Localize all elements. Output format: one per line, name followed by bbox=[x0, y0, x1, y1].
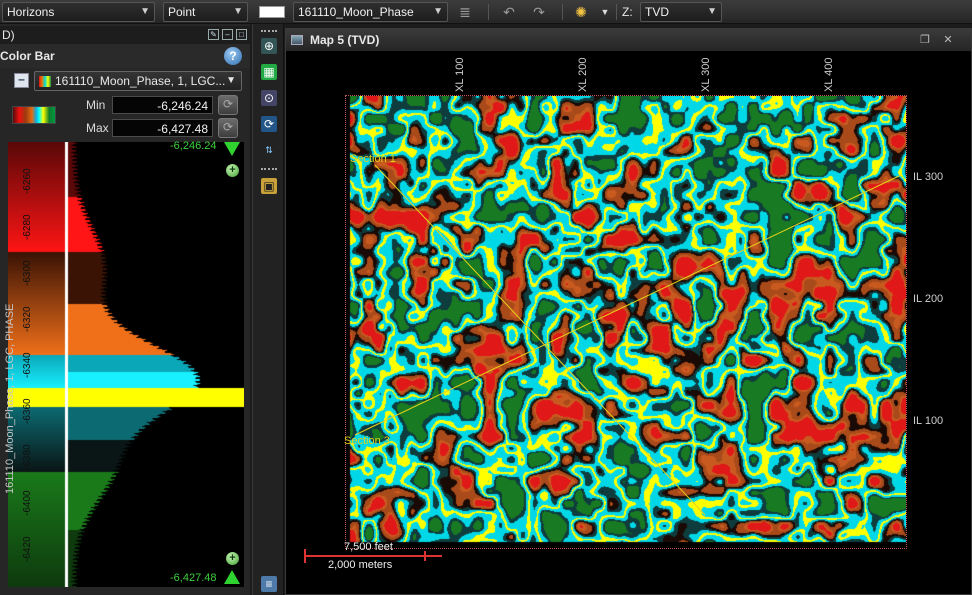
z-domain-label: Z: bbox=[622, 5, 633, 19]
zoom-in-icon[interactable]: ⊙ bbox=[261, 90, 277, 106]
expand-down-icon[interactable]: ≡ bbox=[261, 576, 277, 592]
maximize-icon[interactable]: □ bbox=[236, 29, 247, 40]
add-bottom-icon[interactable]: + bbox=[226, 552, 239, 565]
scale-bar: 7,500 feet 2,000 meters bbox=[300, 539, 450, 579]
section-lines-overlay bbox=[354, 164, 902, 516]
color-bar-side-caption: 161110_Moon_Phase, 1, LGC, PHASE bbox=[4, 303, 16, 494]
scale-tick bbox=[424, 551, 426, 561]
panel-title: Color Bar bbox=[0, 49, 55, 63]
light-options-chevron-icon[interactable]: ▼ bbox=[596, 3, 614, 21]
section-label: Section 1 bbox=[350, 153, 396, 165]
map-window-icon bbox=[291, 35, 303, 45]
color-bar-tick-label: -6340 bbox=[22, 352, 33, 378]
sun-light-icon[interactable]: ✺ bbox=[572, 3, 590, 21]
gallery-icon[interactable]: ▣ bbox=[261, 178, 277, 194]
attribute-dropdown[interactable]: 161110_Moon_Phase ▼ bbox=[293, 2, 448, 22]
color-bar-attribute-select[interactable]: 161110_Moon_Phase, 1, LGC... ▼ bbox=[34, 71, 242, 91]
top-handle-icon[interactable] bbox=[224, 142, 240, 156]
toolbar-separator bbox=[562, 4, 563, 20]
chevron-down-icon: ▼ bbox=[233, 6, 243, 17]
point-dropdown[interactable]: Point ▼ bbox=[163, 2, 248, 22]
z-domain-dropdown[interactable]: TVD ▼ bbox=[640, 2, 722, 22]
min-label: Min bbox=[86, 98, 106, 112]
xl-axis-label: XL 100 bbox=[454, 57, 466, 92]
color-bar-tick-label: -6320 bbox=[22, 306, 33, 332]
attribute-dropdown-label: 161110_Moon_Phase bbox=[298, 5, 414, 19]
color-swatch[interactable] bbox=[259, 6, 285, 18]
il-axis-label: IL 100 bbox=[913, 415, 944, 427]
scale-meters-label: 2,000 meters bbox=[328, 559, 393, 571]
chevron-down-icon: ▼ bbox=[226, 75, 236, 86]
bottom-handle-icon[interactable] bbox=[224, 570, 240, 584]
map-window: Map 5 (TVD) ❐ ✕ XL 100 XL 200 XL 300 XL … bbox=[285, 28, 972, 595]
panel-header-text: D) bbox=[2, 28, 15, 42]
color-bar-tick-label: -6420 bbox=[22, 536, 33, 562]
chevron-down-icon: ▼ bbox=[140, 6, 150, 17]
section-line[interactable] bbox=[374, 164, 706, 516]
z-domain-dropdown-label: TVD bbox=[645, 5, 669, 19]
zoom-fit-icon[interactable]: ▦ bbox=[261, 64, 277, 80]
color-bar-tick-label: -6280 bbox=[22, 214, 33, 240]
scale-feet-label: 7,500 feet bbox=[344, 541, 393, 553]
color-bar-histogram[interactable]: -6,246.24 + + -6,427.48 -6260 -6280 -6300 -… bbox=[8, 140, 244, 587]
section-line[interactable] bbox=[354, 174, 902, 436]
edit-icon[interactable]: ✎ bbox=[208, 29, 219, 40]
main-toolbar: Horizons ▼ Point ▼ 161110_Moon_Phase ▼ ≣… bbox=[0, 0, 972, 24]
il-axis-label: IL 300 bbox=[913, 171, 944, 183]
color-bar-tick-label: -6400 bbox=[22, 490, 33, 516]
max-value-field[interactable]: -6,427.48 bbox=[112, 119, 213, 137]
color-ramp-icon bbox=[39, 76, 51, 87]
toolbar-grip bbox=[261, 168, 277, 172]
color-bar-title-bar: Color Bar ? bbox=[0, 44, 250, 68]
min-value-field[interactable]: -6,246.24 bbox=[112, 96, 213, 114]
toolbar-separator bbox=[488, 4, 489, 20]
horizons-dropdown[interactable]: Horizons ▼ bbox=[2, 2, 155, 22]
map-title: Map 5 (TVD) bbox=[310, 33, 380, 47]
redo-icon[interactable]: ↷ bbox=[530, 3, 548, 21]
layers-icon[interactable]: ≣ bbox=[456, 3, 474, 21]
map-tool-strip: ⊕ ▦ ⊙ ⟳ ⇅ ▣ ≡ bbox=[252, 24, 284, 595]
toolbar-grip bbox=[261, 30, 277, 34]
color-bar-tick-label: -6300 bbox=[22, 260, 33, 286]
minimize-icon[interactable]: – bbox=[222, 29, 233, 40]
map-title-bar: Map 5 (TVD) ❐ ✕ bbox=[286, 29, 971, 51]
add-top-icon[interactable]: + bbox=[226, 164, 239, 177]
color-bar-tick-label: -6380 bbox=[22, 444, 33, 470]
chevron-down-icon: ▼ bbox=[433, 6, 443, 17]
xl-axis-label: XL 400 bbox=[823, 57, 835, 92]
xl-axis-label: XL 300 bbox=[700, 57, 712, 92]
undo-icon[interactable]: ↶ bbox=[500, 3, 518, 21]
histogram-canvas[interactable] bbox=[8, 142, 244, 587]
scale-line bbox=[304, 555, 442, 557]
zoom-select-icon[interactable]: ⊕ bbox=[261, 38, 277, 54]
restore-icon[interactable]: ❐ bbox=[918, 33, 932, 47]
min-reset-button[interactable] bbox=[218, 95, 238, 115]
attribute-select-row: – 161110_Moon_Phase, 1, LGC... ▼ bbox=[8, 71, 242, 91]
color-bar-panel: D) ✎ – □ Color Bar ? – 161110_Moon_Phase… bbox=[0, 24, 250, 595]
toolbar-separator bbox=[616, 4, 617, 20]
horizons-dropdown-label: Horizons bbox=[7, 5, 55, 19]
max-label: Max bbox=[86, 121, 109, 135]
point-dropdown-label: Point bbox=[168, 5, 196, 19]
chevron-down-icon: ▼ bbox=[707, 6, 717, 17]
max-reset-button[interactable] bbox=[218, 118, 238, 138]
color-ramp-preview[interactable] bbox=[12, 106, 56, 124]
xl-axis-label: XL 200 bbox=[577, 57, 589, 92]
il-axis-label: IL 200 bbox=[913, 293, 944, 305]
collapse-icon[interactable]: – bbox=[14, 73, 29, 88]
help-icon[interactable]: ? bbox=[224, 47, 242, 65]
attribute-select-value: 161110_Moon_Phase, 1, LGC... bbox=[55, 74, 226, 88]
top-value-label: -6,246.24 bbox=[170, 140, 217, 152]
bottom-value-label: -6,427.48 bbox=[170, 572, 217, 584]
refresh-icon[interactable]: ⟳ bbox=[261, 116, 277, 132]
step-icon[interactable]: ⇅ bbox=[261, 142, 277, 158]
color-bar-tick-label: -6360 bbox=[22, 398, 33, 424]
close-icon[interactable]: ✕ bbox=[941, 33, 955, 47]
color-bar-tick-label: -6260 bbox=[22, 168, 33, 194]
section-label: Section 3 bbox=[344, 435, 390, 447]
panel-header: D) ✎ – □ bbox=[0, 26, 250, 44]
